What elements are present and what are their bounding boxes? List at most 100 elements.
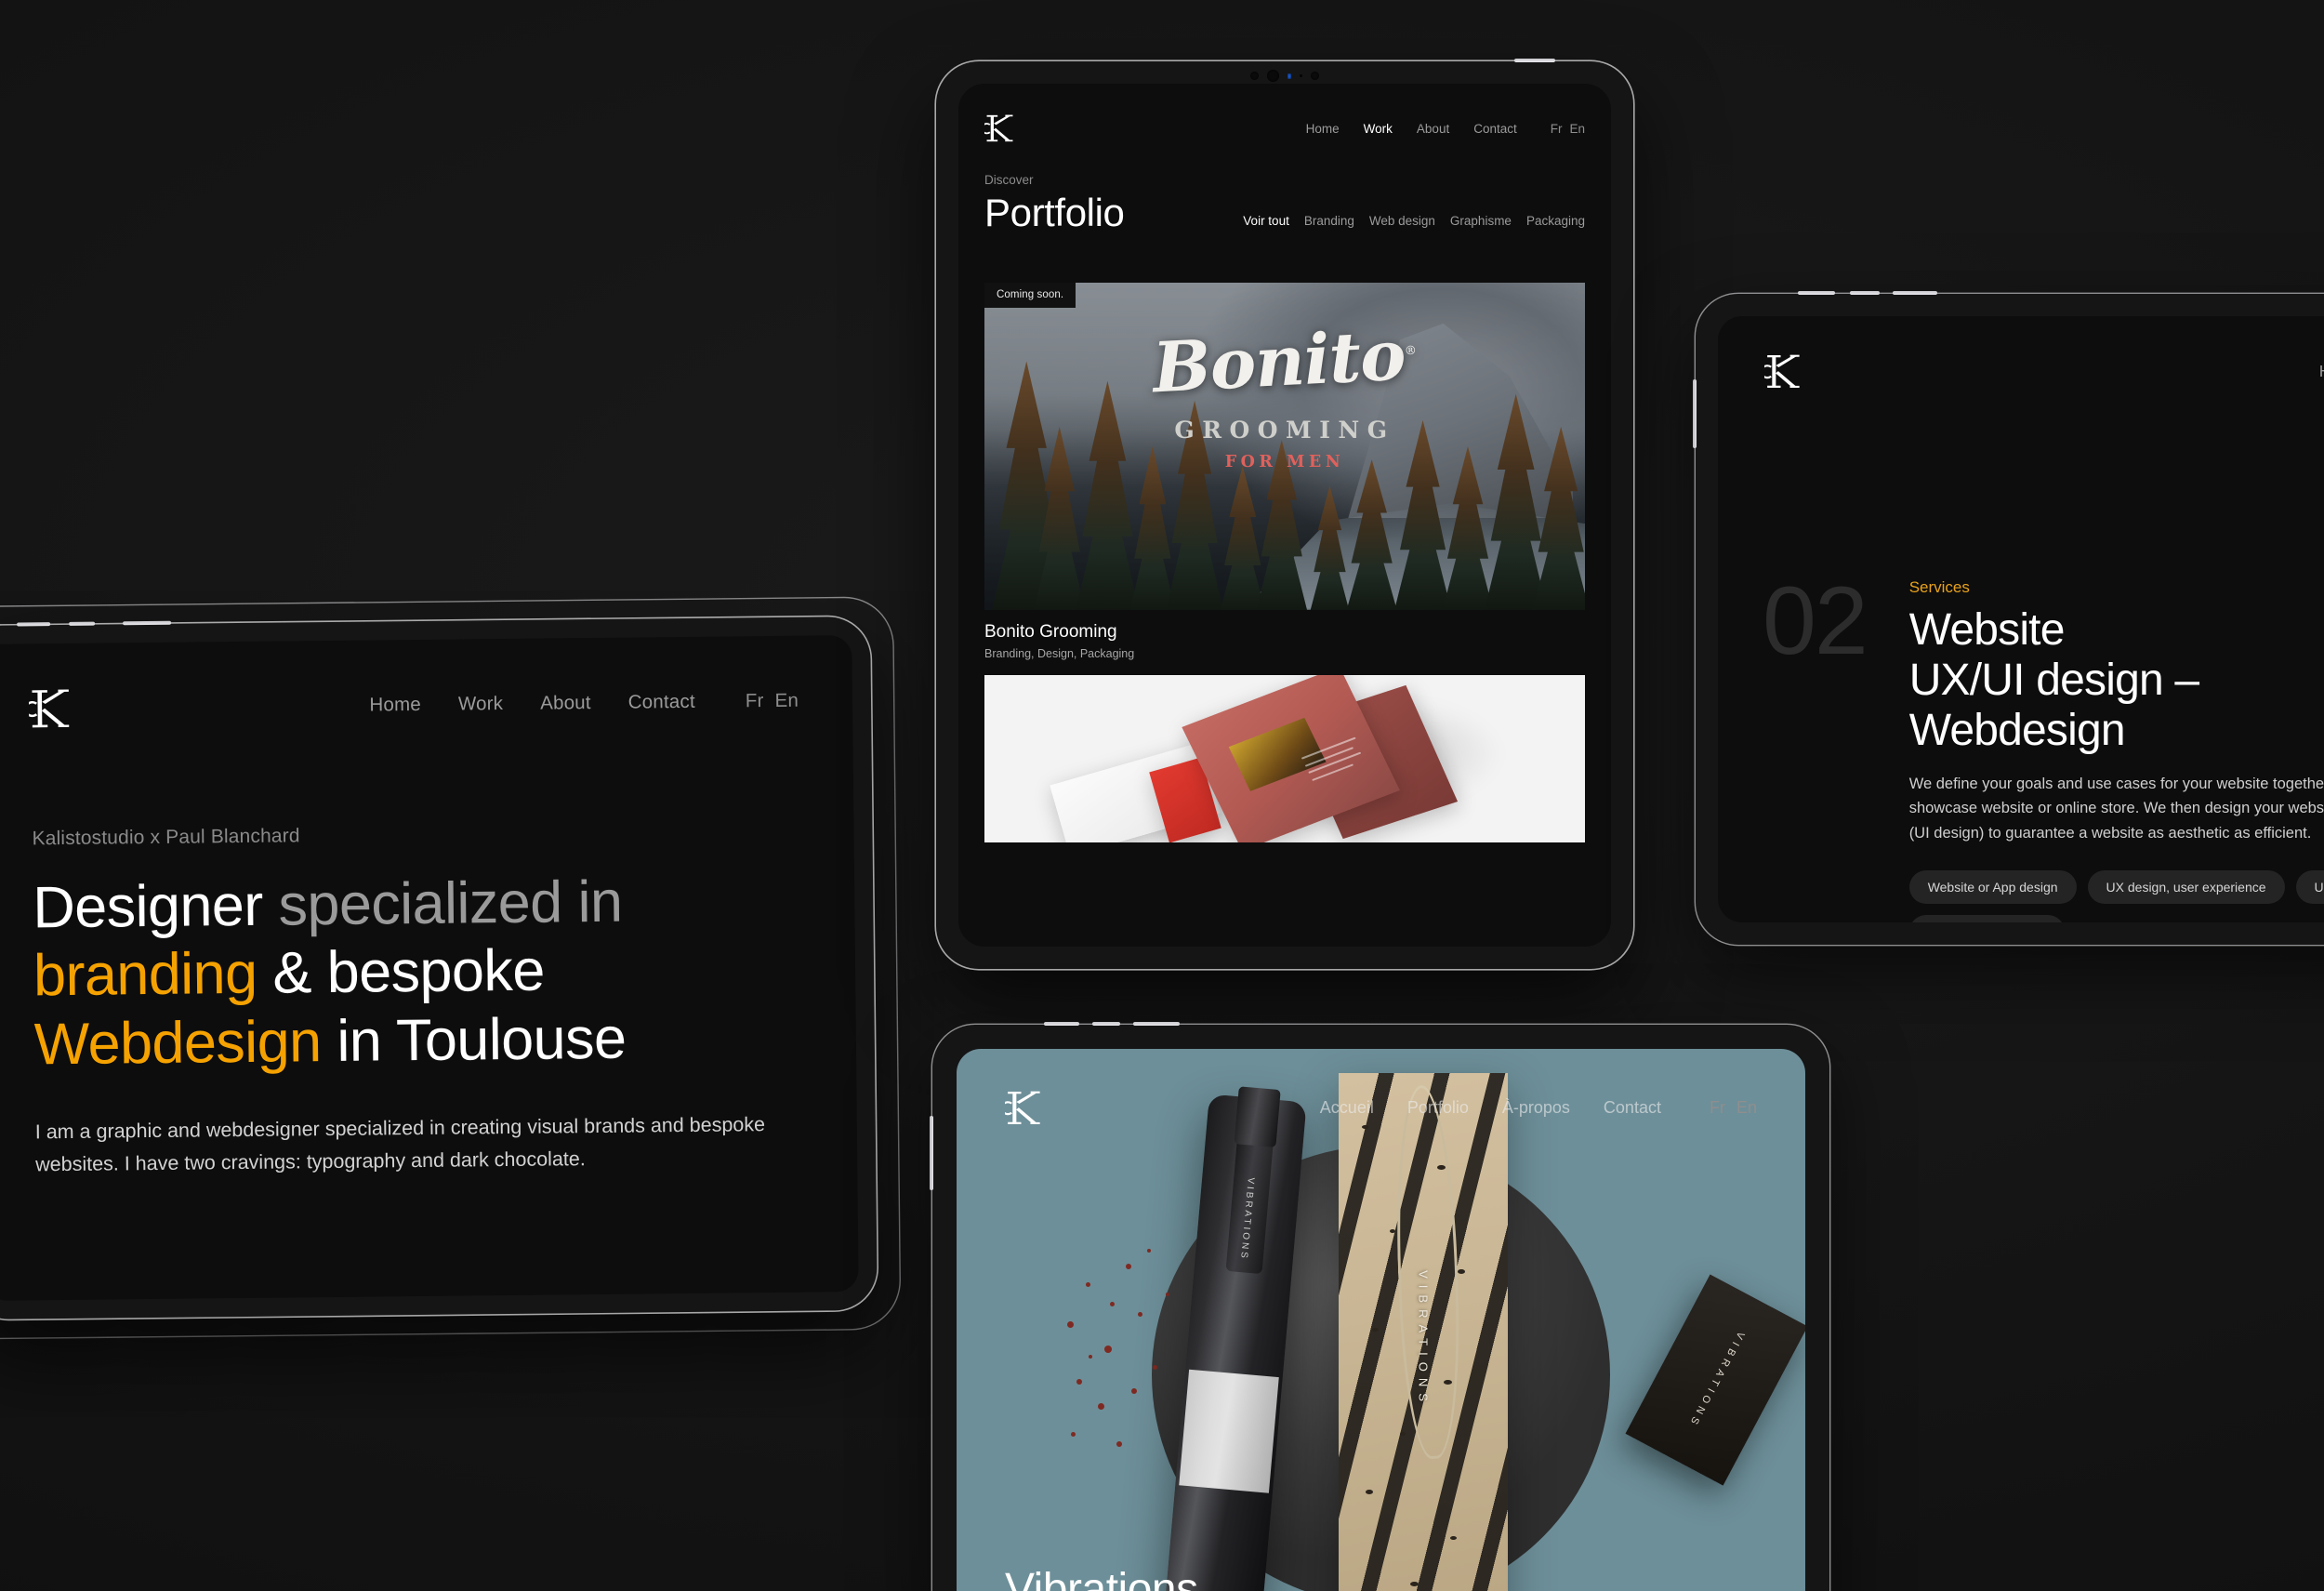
camera-indicator-led (1287, 73, 1291, 79)
language-switcher[interactable]: Fr En (746, 690, 799, 713)
nav-item-home[interactable]: Home (1306, 122, 1340, 136)
lang-en[interactable]: En (774, 690, 799, 712)
vibrations-nav[interactable]: Accueil Portfolio À-propos Contact Fr En (1320, 1098, 1757, 1118)
hero-line2-rest: & bespoke (257, 937, 546, 1007)
filter-graphisme[interactable]: Graphisme (1450, 214, 1512, 228)
bottom-tablet-volume-button[interactable] (930, 1116, 933, 1190)
service-tag[interactable]: UX design, user experience (2087, 869, 2285, 904)
nav-item-accueil[interactable]: Accueil (1320, 1098, 1374, 1118)
nav-item-about[interactable]: About (1417, 122, 1449, 136)
hero-line3-accent: Webdesign (33, 1008, 322, 1078)
tree-icon (1218, 466, 1267, 610)
right-tablet-volume-button[interactable] (1693, 379, 1697, 448)
camera-lens-main-icon (1267, 70, 1279, 82)
nav-item-about[interactable]: About (540, 692, 591, 715)
project-card-festival[interactable] (984, 675, 1585, 842)
vibrations-header: Accueil Portfolio À-propos Contact Fr En (1005, 1090, 1757, 1126)
bonito-logo-lockup: Bonito® GROOMING FOR MEN (984, 316, 1585, 472)
lang-fr[interactable]: Fr (746, 690, 764, 712)
hang-tag-text: VIBRATIONS (1685, 1330, 1747, 1431)
tablet-device-vibrations: VIBRATIONS VIBRATIONS VIBRATIONS Accueil… (930, 1022, 1829, 1591)
left-tablet-top-button-3[interactable] (123, 620, 172, 626)
project-thumbnail[interactable] (984, 675, 1585, 842)
bottom-tablet-top-button-3[interactable] (1133, 1022, 1180, 1026)
face-id-sensor-icon (1311, 72, 1319, 80)
services-nav[interactable]: Home Work (2319, 362, 2324, 381)
home-hero: Kalistostudio x Paul Blanchard Designer … (32, 820, 820, 1182)
language-switcher[interactable]: Fr En (1551, 122, 1585, 136)
ck-monogram-logo-icon[interactable] (1764, 353, 1803, 390)
vibrations-page-screen: VIBRATIONS VIBRATIONS VIBRATIONS Accueil… (957, 1049, 1805, 1591)
filter-web-design[interactable]: Web design (1369, 214, 1435, 228)
hero-line3-rest: in Toulouse (321, 1005, 627, 1074)
portfolio-filter-bar[interactable]: Voir tout Branding Web design Graphisme … (1243, 214, 1585, 234)
services-page-screen: Home Work 02 Services Website UX/UI desi… (1718, 316, 2324, 922)
left-tablet-top-button-2[interactable] (69, 621, 96, 626)
portfolio-page-screen: Home Work About Contact Fr En Discover P… (958, 84, 1611, 947)
nav-item-work[interactable]: Work (458, 693, 504, 716)
bonito-formen-text: FOR MEN (1224, 453, 1345, 472)
services-header: Home Work (1764, 353, 2324, 390)
service-title: Website UX/UI design – Webdesign (1909, 605, 2324, 757)
hero-paragraph: I am a graphic and webdesigner specializ… (34, 1113, 766, 1176)
portfolio-header: Home Work About Contact Fr En (984, 113, 1585, 143)
project-card-bonito[interactable]: Coming soon. Bonito® GROOMING FOR MEN Bo… (984, 283, 1585, 660)
bottom-tablet-top-button-2[interactable] (1092, 1022, 1120, 1026)
bonito-script-wordmark: Bonito® (1151, 315, 1417, 409)
nav-item-contact[interactable]: Contact (1604, 1098, 1661, 1118)
hero-line1-muted: specialized in (278, 868, 623, 938)
nav-item-home[interactable]: Home (2319, 362, 2324, 381)
ck-monogram-logo-icon[interactable] (984, 113, 1016, 143)
lang-en[interactable]: En (1736, 1098, 1757, 1118)
service-tag[interactable]: UI design, visual interface (2295, 869, 2324, 904)
service-title-line3: Webdesign (1908, 706, 2126, 756)
lang-fr[interactable]: Fr (1710, 1098, 1725, 1118)
service-description: We define your goals and use cases for y… (1908, 775, 2324, 842)
filter-voir-tout[interactable]: Voir tout (1243, 214, 1289, 228)
tree-icon (1308, 485, 1352, 610)
home-nav[interactable]: Home Work About Contact Fr En (369, 690, 799, 717)
home-page-screen: Home Work About Contact Fr En Kalistostu… (0, 635, 859, 1301)
ck-monogram-logo-icon[interactable] (1005, 1090, 1044, 1126)
nav-item-work[interactable]: Work (1364, 122, 1393, 136)
service-tag[interactable]: Website or App design (1908, 869, 2077, 904)
camera-lens-icon (1250, 72, 1259, 80)
nav-item-home[interactable]: Home (369, 694, 421, 717)
left-tablet-top-button[interactable] (17, 622, 51, 627)
service-tag[interactable]: Interactive prototype (1908, 914, 2065, 922)
tablet-device-services: Home Work 02 Services Website UX/UI desi… (1693, 291, 2324, 945)
bottom-tablet-top-button[interactable] (1044, 1022, 1079, 1026)
vibrations-caption: Vibrations Branding, Packaging (1005, 1564, 1198, 1591)
ambient-sensor-icon (1300, 74, 1302, 77)
tablet-device-portfolio: Home Work About Contact Fr En Discover P… (936, 59, 1633, 969)
hero-headline: Designer specialized in branding & bespo… (33, 867, 819, 1080)
nav-item-portfolio[interactable]: Portfolio (1407, 1098, 1469, 1118)
center-tablet-power-button[interactable] (1514, 59, 1555, 62)
filter-branding[interactable]: Branding (1304, 214, 1354, 228)
right-tablet-top-button-3[interactable] (1893, 291, 1937, 295)
right-tablet-top-button-2[interactable] (1850, 291, 1880, 295)
vibrations-artwork: VIBRATIONS VIBRATIONS VIBRATIONS (957, 1049, 1805, 1591)
project-thumbnail[interactable]: Coming soon. Bonito® GROOMING FOR MEN (984, 283, 1585, 610)
brochure-text-line (1312, 763, 1354, 782)
language-switcher[interactable]: Fr En (1710, 1098, 1757, 1118)
portfolio-kicker: Discover (984, 173, 1034, 187)
ck-monogram-logo-icon[interactable] (28, 688, 73, 730)
filter-packaging[interactable]: Packaging (1526, 214, 1585, 228)
portfolio-title-block: Discover Portfolio Voir tout Branding We… (984, 173, 1585, 234)
service-block: 02 Services Website UX/UI design – Webde… (1763, 567, 2324, 922)
lang-en[interactable]: En (1569, 122, 1585, 136)
service-title-line2: UX/UI design – (1908, 656, 2199, 706)
service-number: 02 (1763, 567, 1868, 675)
bonito-artwork: Bonito® GROOMING FOR MEN (984, 283, 1585, 610)
hang-tag: VIBRATIONS (1625, 1274, 1805, 1487)
nav-item-contact[interactable]: Contact (1473, 122, 1517, 136)
page-title: Portfolio (984, 191, 1125, 234)
right-tablet-top-button[interactable] (1798, 291, 1835, 295)
portfolio-nav[interactable]: Home Work About Contact Fr En (1306, 122, 1585, 136)
hero-line1-strong: Designer (32, 872, 279, 941)
nav-item-contact[interactable]: Contact (628, 691, 695, 714)
lang-fr[interactable]: Fr (1551, 122, 1563, 136)
service-tag-list: Website or App design UX design, user ex… (1908, 869, 2324, 922)
nav-item-a-propos[interactable]: À-propos (1502, 1098, 1570, 1118)
